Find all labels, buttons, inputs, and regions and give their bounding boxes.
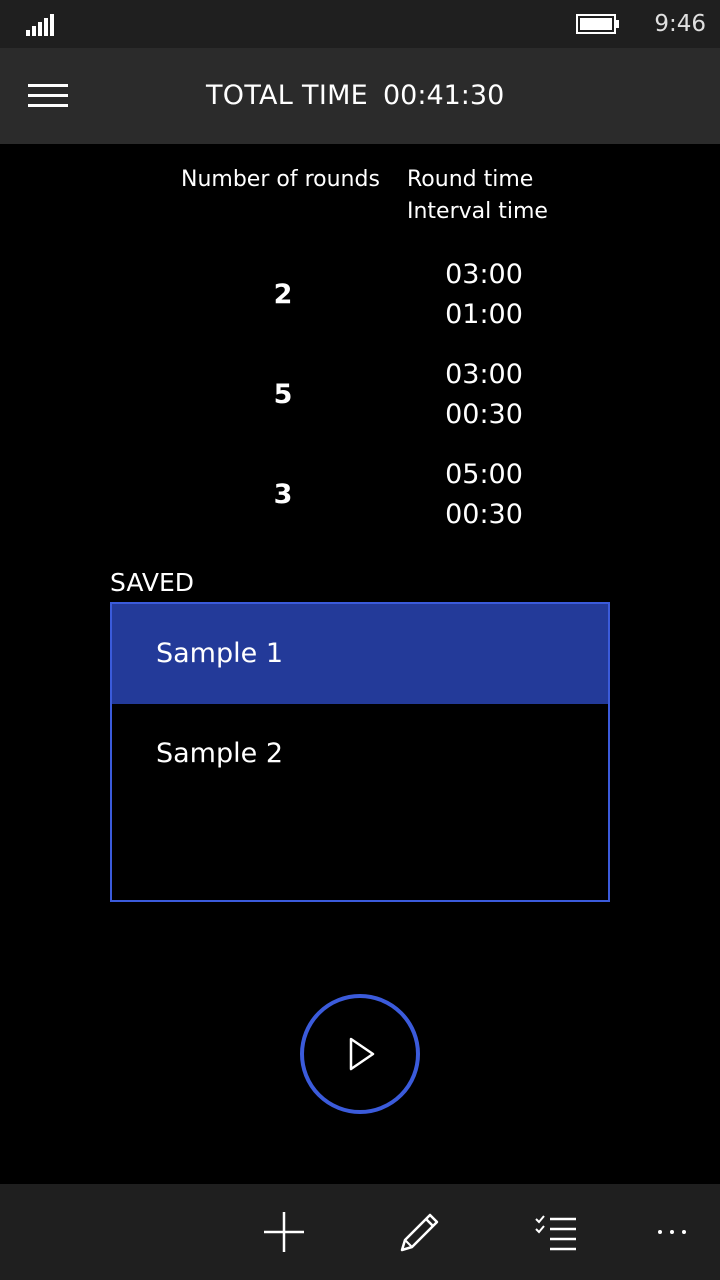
- saved-item-sample-2[interactable]: Sample 2: [112, 704, 608, 804]
- interval-time: 00:30: [445, 399, 523, 430]
- signal-icon: [26, 14, 54, 36]
- battery-icon: [576, 14, 619, 34]
- status-bar: 9:46: [0, 0, 720, 48]
- saved-item-sample-1[interactable]: Sample 1: [112, 604, 608, 704]
- round-count: 5: [273, 379, 293, 410]
- round-time: 03:00: [445, 359, 523, 390]
- round-time: 03:00: [445, 259, 523, 290]
- column-header-rounds: Number of rounds: [181, 167, 380, 192]
- saved-list[interactable]: Sample 1 Sample 2: [110, 602, 610, 902]
- play-icon: [349, 1037, 375, 1071]
- status-time: 9:46: [654, 11, 706, 37]
- interval-time: 01:00: [445, 299, 523, 330]
- round-count: 2: [273, 279, 293, 310]
- saved-section-label: SAVED: [110, 568, 194, 597]
- edit-pencil-icon: [400, 1213, 439, 1252]
- round-time: 05:00: [445, 459, 523, 490]
- total-time-value: 00:41:30: [383, 80, 505, 111]
- more-button[interactable]: [650, 1206, 702, 1258]
- edit-button[interactable]: [394, 1206, 446, 1258]
- round-count: 3: [273, 479, 293, 510]
- add-icon: [264, 1212, 304, 1252]
- play-button[interactable]: [300, 994, 420, 1114]
- column-header-round-time: Round time: [407, 167, 534, 192]
- checklist-icon: [535, 1215, 576, 1251]
- interval-time: 00:30: [445, 499, 523, 530]
- app-bar: [0, 1184, 720, 1280]
- add-button[interactable]: [258, 1206, 310, 1258]
- column-header-interval-time: Interval time: [407, 199, 548, 224]
- total-time-label: TOTAL TIME: [206, 80, 369, 111]
- more-ellipsis-icon: [658, 1230, 686, 1234]
- hamburger-menu-icon[interactable]: [24, 78, 72, 114]
- select-list-button[interactable]: [530, 1206, 582, 1258]
- app-header: TOTAL TIME 00:41:30: [0, 48, 720, 144]
